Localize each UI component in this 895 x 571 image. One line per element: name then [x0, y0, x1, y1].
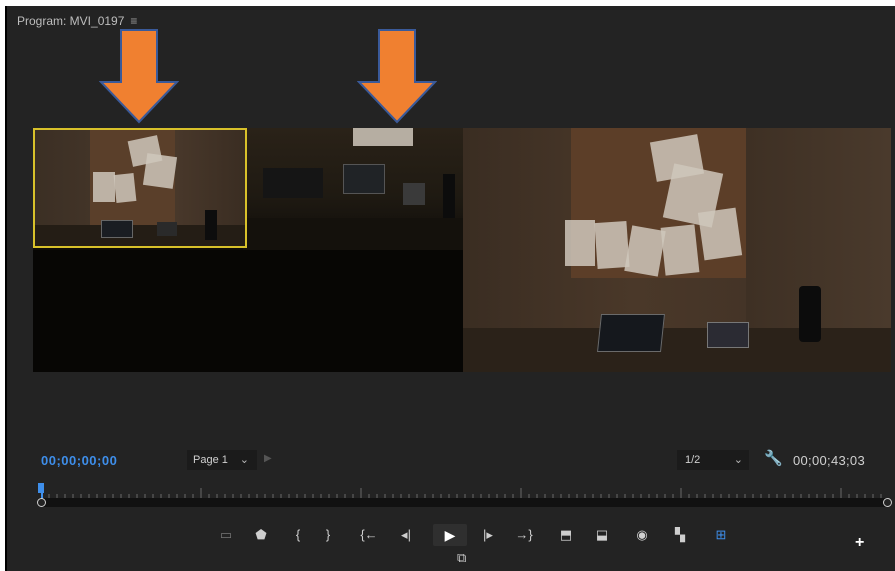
video-frame[interactable] — [33, 128, 891, 372]
page-selector-dropdown[interactable]: Page 1 ⌄ — [187, 450, 257, 470]
orange-arrow-down-icon — [357, 29, 437, 124]
toggle-proxies-icon[interactable]: ⧉ — [457, 550, 466, 566]
wrench-settings-icon[interactable]: 🔧 — [764, 449, 783, 467]
playhead-handle[interactable] — [38, 483, 44, 493]
button-editor-plus-icon[interactable]: + — [855, 534, 864, 552]
zoom-handle-right[interactable] — [883, 498, 892, 507]
export-frame-icon[interactable]: ◉ — [631, 524, 653, 546]
playback-resolution-dropdown[interactable]: 1/2 ⌄ — [677, 450, 749, 470]
chevron-down-icon: ⌄ — [733, 454, 743, 466]
chevron-down-icon: ⌄ — [239, 454, 249, 466]
current-timecode[interactable]: 00;00;00;00 — [41, 453, 117, 468]
lift-icon[interactable]: ⬒ — [555, 524, 577, 546]
panel-title-text: Program: MVI_0197 — [17, 14, 125, 28]
duration-timecode: 00;00;43;03 — [793, 453, 865, 468]
video-left-pane — [33, 128, 463, 372]
page-selector-value: Page 1 — [193, 454, 228, 466]
multi-camera-icon[interactable]: ⊞ — [709, 524, 733, 546]
comparison-view-icon[interactable]: ▚ — [669, 524, 691, 546]
hamburger-menu-icon[interactable]: ≡ — [130, 14, 137, 28]
zoom-scroll-track[interactable] — [43, 498, 889, 507]
mark-in-icon[interactable]: { — [289, 524, 307, 546]
time-ruler[interactable] — [41, 488, 887, 498]
step-forward-icon[interactable]: |▸ — [477, 524, 499, 546]
resolution-value: 1/2 — [685, 454, 701, 466]
pip-inset-frame[interactable] — [33, 128, 247, 248]
add-marker-icon[interactable]: ⬟ — [251, 524, 271, 546]
orange-arrow-down-icon — [99, 29, 179, 124]
program-monitor-panel: Program: MVI_0197 ≡ 00;00;00;00 Page 1 ⌄… — [5, 6, 895, 571]
transport-controls: ▭ ⬟ {} {← ◂| ▶ |▸ →} ⬒ ⬓ ◉ ▚ ⊞ — [7, 524, 895, 546]
video-right-pane — [463, 128, 891, 372]
extract-icon[interactable]: ⬓ — [591, 524, 613, 546]
zoom-handle-left[interactable] — [37, 498, 46, 507]
page-next-icon[interactable]: ▶ — [264, 453, 272, 464]
step-back-icon[interactable]: ◂| — [395, 524, 417, 546]
go-to-in-icon[interactable]: {← — [357, 524, 381, 546]
panel-title[interactable]: Program: MVI_0197 ≡ — [17, 14, 137, 28]
safe-margins-icon[interactable]: ▭ — [215, 524, 237, 546]
mark-out-icon[interactable]: } — [319, 524, 337, 546]
play-icon[interactable]: ▶ — [433, 524, 467, 546]
go-to-out-icon[interactable]: →} — [513, 524, 535, 546]
